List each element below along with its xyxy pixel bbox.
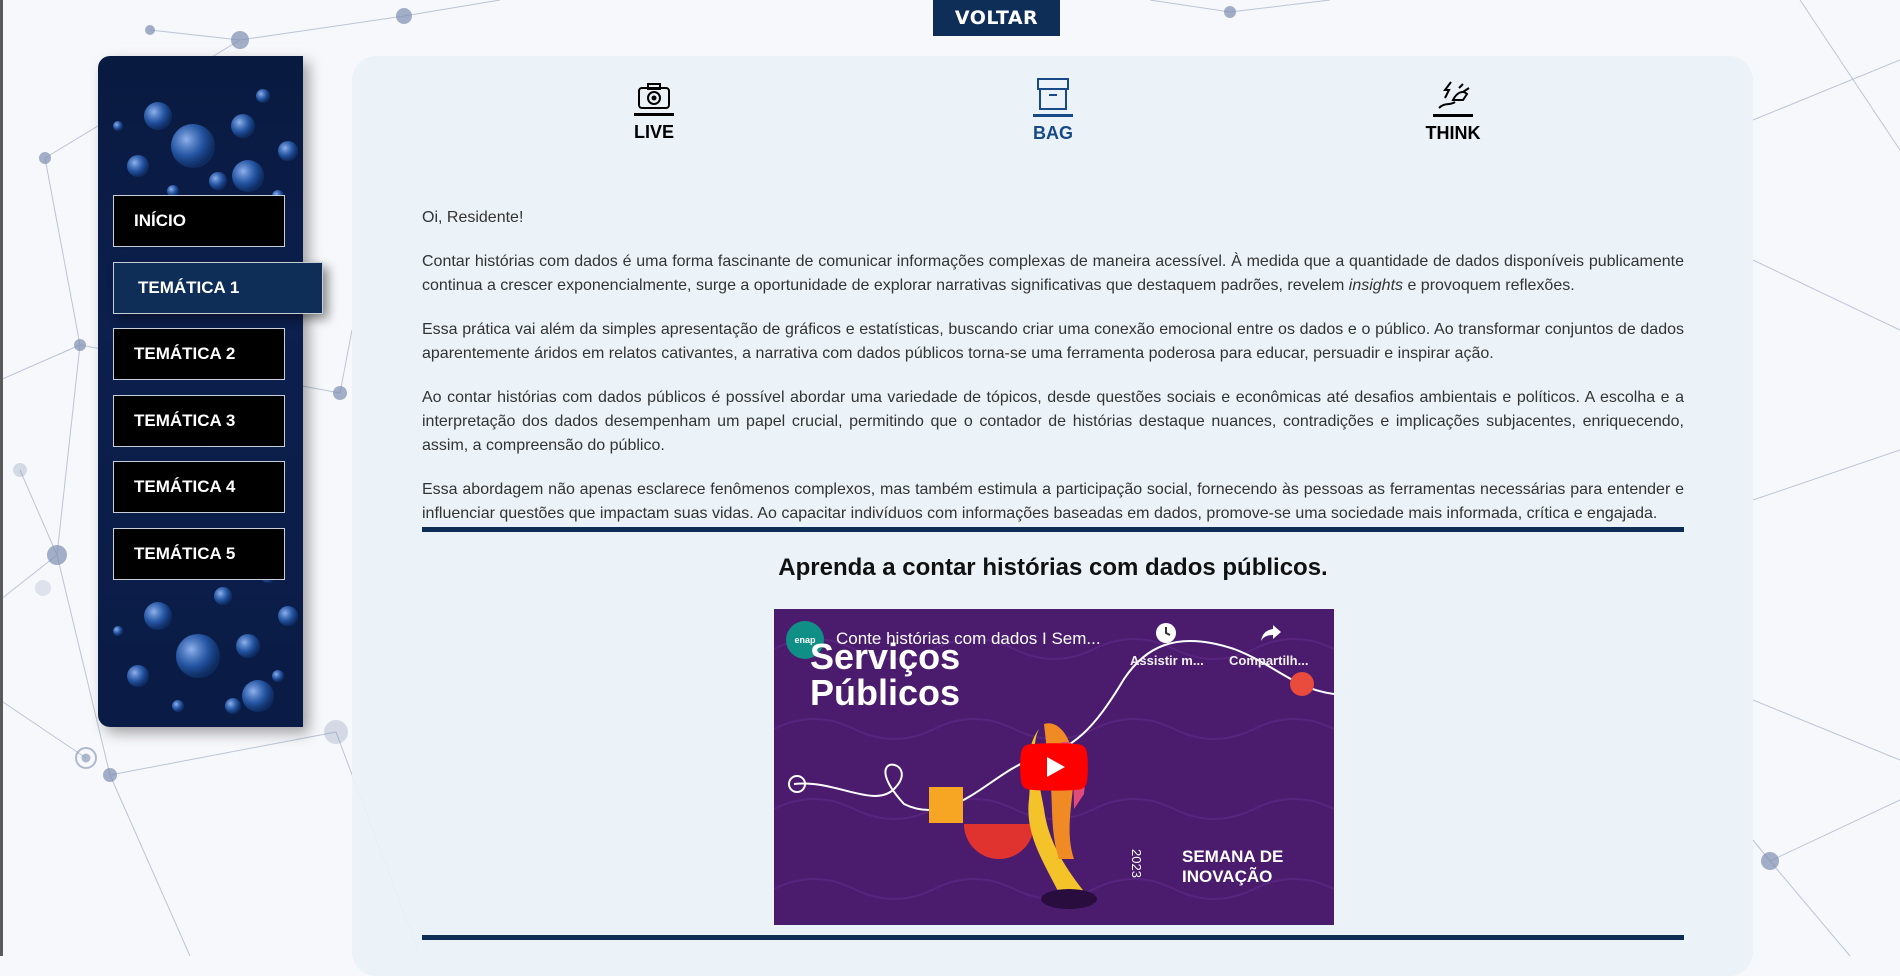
clock-icon bbox=[1156, 623, 1176, 643]
thumbnail-brand-line-1: SEMANA DE bbox=[1182, 847, 1284, 866]
bubbles-decoration bbox=[113, 89, 298, 714]
tab-think-underline bbox=[1433, 114, 1473, 117]
share-label: Compartilh... bbox=[1229, 653, 1309, 668]
tab-live-underline bbox=[634, 113, 674, 116]
share-button[interactable]: Compartilh... bbox=[1229, 621, 1319, 671]
share-icon bbox=[1261, 625, 1281, 641]
divider-top bbox=[422, 527, 1684, 532]
archive-box-icon bbox=[1037, 78, 1069, 110]
paragraph-2: Essa prática vai além da simples apresen… bbox=[422, 321, 1684, 362]
sidebar: INÍCIO TEMÁTICA 1 TEMÁTICA 2 TEMÁTICA 3 … bbox=[98, 56, 323, 727]
divider-bottom bbox=[422, 935, 1684, 940]
paragraph-1: Contar histórias com dados é uma forma f… bbox=[422, 253, 1684, 294]
paragraph-4: Essa abordagem não apenas esclarece fenô… bbox=[422, 481, 1684, 522]
sidebar-item-tematica-1[interactable]: TEMÁTICA 1 bbox=[113, 262, 323, 314]
tab-bag-underline bbox=[1033, 114, 1073, 117]
voltar-button[interactable]: VOLTAR bbox=[933, 0, 1060, 36]
youtube-play-icon[interactable] bbox=[1020, 743, 1088, 791]
youtube-video-embed[interactable]: enap Conte histórias com dados I Sem... … bbox=[774, 609, 1334, 925]
paragraph-3: Ao contar histórias com dados públicos é… bbox=[422, 389, 1684, 454]
tab-live[interactable]: LIVE bbox=[584, 81, 724, 143]
camera-icon bbox=[638, 83, 670, 109]
tab-think[interactable]: THINK bbox=[1383, 78, 1523, 144]
tab-live-label: LIVE bbox=[633, 122, 674, 142]
tab-bag[interactable]: BAG bbox=[983, 76, 1123, 144]
tab-bag-label: BAG bbox=[1033, 123, 1073, 143]
watch-later-button[interactable]: Assistir m... bbox=[1130, 621, 1210, 671]
article-text: Oi, Residente! Contar histórias com dado… bbox=[422, 206, 1684, 546]
sidebar-item-tematica-4[interactable]: TEMÁTICA 4 bbox=[113, 461, 285, 513]
content-panel: LIVE BAG THINK Oi, Residente! Contar his… bbox=[352, 56, 1753, 976]
sidebar-item-tematica-5[interactable]: TEMÁTICA 5 bbox=[113, 528, 285, 580]
greeting: Oi, Residente! bbox=[422, 209, 524, 226]
thumbnail-year: 2023 bbox=[1129, 849, 1144, 878]
sidebar-item-tematica-3[interactable]: TEMÁTICA 3 bbox=[113, 395, 285, 447]
window-edge bbox=[0, 0, 3, 956]
tab-think-label: THINK bbox=[1425, 123, 1481, 143]
plug-icon bbox=[1438, 81, 1470, 109]
thumbnail-line-2: Públicos bbox=[810, 672, 961, 713]
sidebar-item-inicio[interactable]: INÍCIO bbox=[113, 195, 285, 247]
thumbnail-brand-line-2: INOVAÇÃO bbox=[1182, 867, 1273, 886]
section-title: Aprenda a contar histórias com dados púb… bbox=[778, 554, 1328, 581]
thumbnail-line-1: Serviços bbox=[810, 636, 961, 677]
watch-later-label: Assistir m... bbox=[1130, 653, 1204, 668]
sidebar-item-tematica-2[interactable]: TEMÁTICA 2 bbox=[113, 328, 285, 380]
